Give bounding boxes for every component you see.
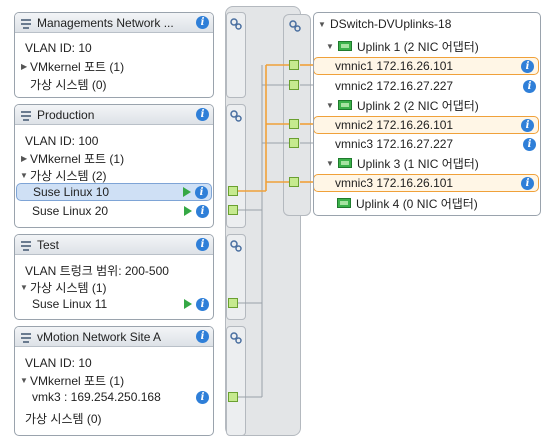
portgroup-vmotion: vMotion Network Site A i VLAN ID: 10 ▼ VM… <box>14 326 214 436</box>
vmkernel-adapter[interactable]: vmk3 : 169.254.250.168 i <box>15 388 213 406</box>
collapse-icon[interactable]: ▼ <box>326 159 336 168</box>
powered-on-icon <box>183 187 191 197</box>
uplink-port[interactable] <box>289 60 299 70</box>
vlan-id: VLAN ID: 10 <box>25 356 92 370</box>
powered-on-icon <box>184 206 192 216</box>
info-icon[interactable]: i <box>523 79 536 93</box>
nic-icon <box>337 198 351 208</box>
info-icon[interactable]: i <box>196 297 209 311</box>
nic-item[interactable]: vmnic2 172.16.27.227 i <box>314 77 540 95</box>
collapse-icon[interactable]: ▼ <box>318 20 328 29</box>
network-icon <box>19 109 33 121</box>
vm-port[interactable] <box>228 298 238 308</box>
vlan-id: VLAN ID: 100 <box>25 134 99 148</box>
portgroup-header[interactable]: Production i <box>15 105 213 125</box>
powered-on-icon <box>184 299 192 309</box>
vm-item[interactable]: Suse Linux 10 i <box>16 183 212 201</box>
portgroup-title: vMotion Network Site A <box>37 329 162 344</box>
info-icon[interactable]: i <box>196 108 209 121</box>
collapse-icon[interactable]: ▼ <box>326 42 336 51</box>
info-icon[interactable]: i <box>521 176 534 190</box>
nic-item-highlighted[interactable]: vmnic3 172.16.26.101 i <box>314 174 539 192</box>
portgroup-title: Production <box>37 107 95 122</box>
portgroup-title: Managements Network ... <box>37 15 174 30</box>
uplink-port[interactable] <box>289 138 299 148</box>
info-icon[interactable]: i <box>196 330 209 343</box>
vmk-port[interactable] <box>228 392 238 402</box>
portgroup-test: Test i VLAN 트렁크 범위: 200-500 ▼ 가상 시스템 (1) … <box>14 234 214 320</box>
vmkernel-ports-toggle[interactable]: ▶ VMkernel 포트 (1) <box>15 57 213 75</box>
nic-icon <box>338 100 352 110</box>
portgroup-header[interactable]: Managements Network ... i <box>15 13 213 33</box>
info-icon[interactable]: i <box>196 204 209 218</box>
info-icon[interactable]: i <box>196 390 209 404</box>
vm-port[interactable] <box>228 186 238 196</box>
collapse-icon[interactable]: ▼ <box>326 101 336 110</box>
info-icon[interactable]: i <box>196 238 209 251</box>
network-icon <box>19 239 33 251</box>
expand-icon[interactable]: ▶ <box>21 62 30 71</box>
vm-item[interactable]: Suse Linux 11 i <box>15 295 213 313</box>
uplink-port[interactable] <box>289 119 299 129</box>
info-icon[interactable]: i <box>521 118 534 132</box>
info-icon[interactable]: i <box>523 137 536 151</box>
network-icon <box>19 331 33 343</box>
vlan-id: VLAN ID: 10 <box>25 41 92 55</box>
collapse-icon[interactable]: ▼ <box>20 171 30 180</box>
vm-port[interactable] <box>228 205 238 215</box>
uplink-portgroup-header[interactable]: ▼ DSwitch-DVUplinks-18 <box>314 15 540 33</box>
vm-count: 가상 시스템 (0) <box>25 411 102 426</box>
nic-icon <box>338 41 352 51</box>
portgroup-management-network: Managements Network ... i VLAN ID: 10 ▶ V… <box>14 12 214 98</box>
portgroup-title: Test <box>37 237 60 252</box>
collapse-icon[interactable]: ▼ <box>20 283 30 292</box>
uplink-item[interactable]: ▼ Uplink 3 (1 NIC 어댑터) <box>314 154 540 172</box>
vm-count: 가상 시스템 (0) <box>30 77 107 92</box>
nic-item-highlighted[interactable]: vmnic2 172.16.26.101 i <box>314 116 539 134</box>
portgroup-header[interactable]: Test i <box>15 235 213 255</box>
uplink-port[interactable] <box>289 177 299 187</box>
info-icon[interactable]: i <box>195 185 208 199</box>
vm-item[interactable]: Suse Linux 20 i <box>15 202 213 220</box>
info-icon[interactable]: i <box>196 16 209 29</box>
vmkernel-ports-toggle[interactable]: ▶ VMkernel 포트 (1) <box>15 149 213 167</box>
nic-item[interactable]: vmnic3 172.16.27.227 i <box>314 135 540 153</box>
vlan-trunk-range: VLAN 트렁크 범위: 200-500 <box>25 263 169 278</box>
uplink-item[interactable]: ▼ Uplink 2 (2 NIC 어댑터) <box>314 96 540 114</box>
info-icon[interactable]: i <box>521 59 534 73</box>
network-icon <box>19 17 33 29</box>
portgroup-header[interactable]: vMotion Network Site A i <box>15 327 213 347</box>
uplink-item[interactable]: Uplink 4 (0 NIC 어댑터) <box>314 194 540 212</box>
vmkernel-ports-toggle[interactable]: ▼ VMkernel 포트 (1) <box>15 371 213 389</box>
vms-toggle[interactable]: ▼ 가상 시스템 (2) <box>15 166 213 184</box>
collapse-icon[interactable]: ▼ <box>20 376 30 385</box>
uplink-portgroup-title: DSwitch-DVUplinks-18 <box>330 17 452 31</box>
vms-toggle[interactable]: ▼ 가상 시스템 (1) <box>15 278 213 296</box>
uplink-portgroup-panel: ▼ DSwitch-DVUplinks-18 ▼ Uplink 1 (2 NIC… <box>313 12 541 216</box>
nic-icon <box>338 158 352 168</box>
uplink-item[interactable]: ▼ Uplink 1 (2 NIC 어댑터) <box>314 37 540 55</box>
expand-icon[interactable]: ▶ <box>21 154 30 163</box>
nic-item-highlighted[interactable]: vmnic1 172.16.26.101 i <box>314 57 539 75</box>
uplink-port[interactable] <box>289 80 299 90</box>
portgroup-production: Production i VLAN ID: 100 ▶ VMkernel 포트 (… <box>14 104 214 228</box>
